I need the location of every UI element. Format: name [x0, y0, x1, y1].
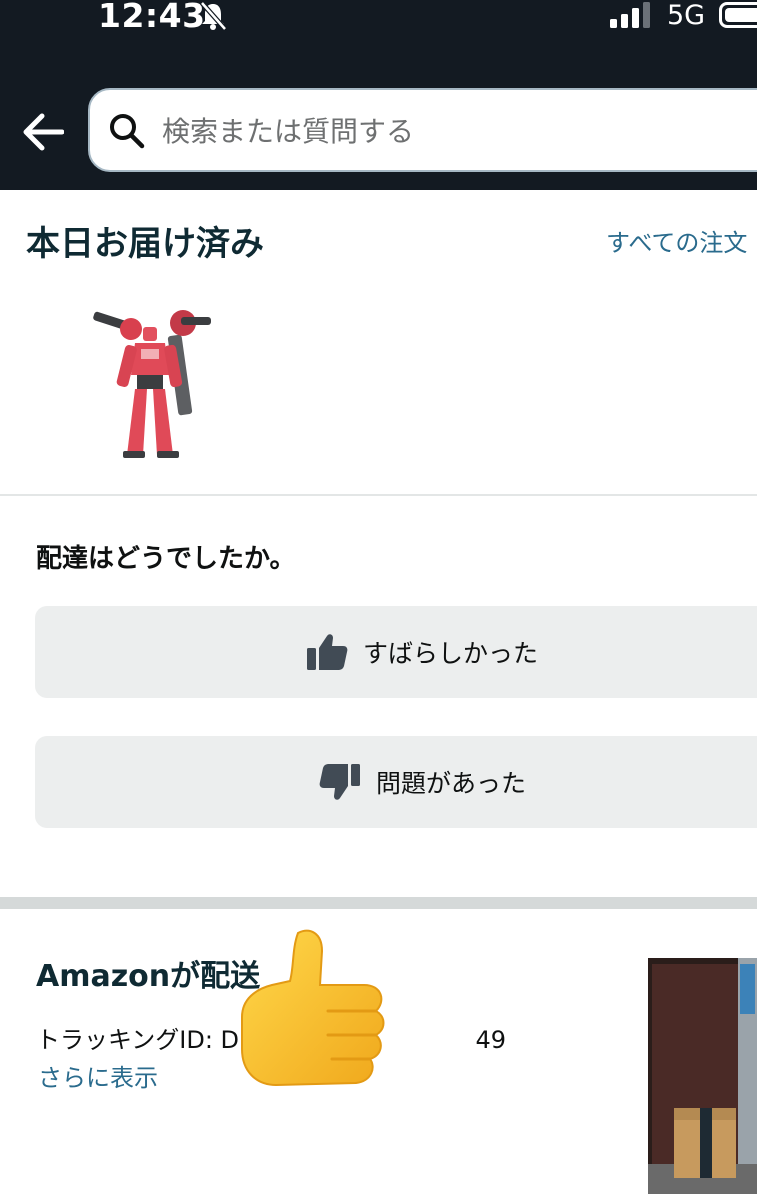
problem-feedback-button[interactable]: 問題があった — [35, 736, 757, 828]
battery-icon — [719, 2, 757, 28]
problem-label: 問題があった — [376, 769, 527, 798]
search-input[interactable] — [160, 106, 744, 156]
search-bar[interactable] — [88, 88, 757, 172]
shipped-by-title: Amazonが配送 — [36, 959, 261, 994]
back-arrow-icon[interactable] — [22, 112, 64, 152]
network-type: 5G — [667, 0, 706, 31]
great-feedback-button[interactable]: すばらしかった — [35, 606, 757, 698]
status-time: 12:43 — [98, 0, 206, 35]
search-icon — [110, 114, 145, 149]
thumbs-up-emoji-overlay — [241, 929, 385, 1087]
section-divider — [0, 494, 757, 496]
thumbs-up-icon — [307, 634, 348, 670]
thumbs-down-icon — [319, 764, 360, 800]
delivery-feedback-question: 配達はどうでしたか。 — [36, 544, 296, 574]
show-more-link[interactable]: さらに表示 — [38, 1060, 158, 1096]
delivery-photo[interactable] — [648, 958, 757, 1194]
cellular-signal-icon — [610, 2, 650, 28]
all-orders-link[interactable]: すべての注文 — [606, 226, 747, 260]
great-label: すばらしかった — [363, 639, 539, 668]
section-divider-thick — [0, 897, 757, 909]
product-image[interactable] — [85, 305, 215, 465]
delivered-title: 本日お届け済み — [26, 224, 264, 264]
bell-muted-icon — [200, 1, 227, 31]
